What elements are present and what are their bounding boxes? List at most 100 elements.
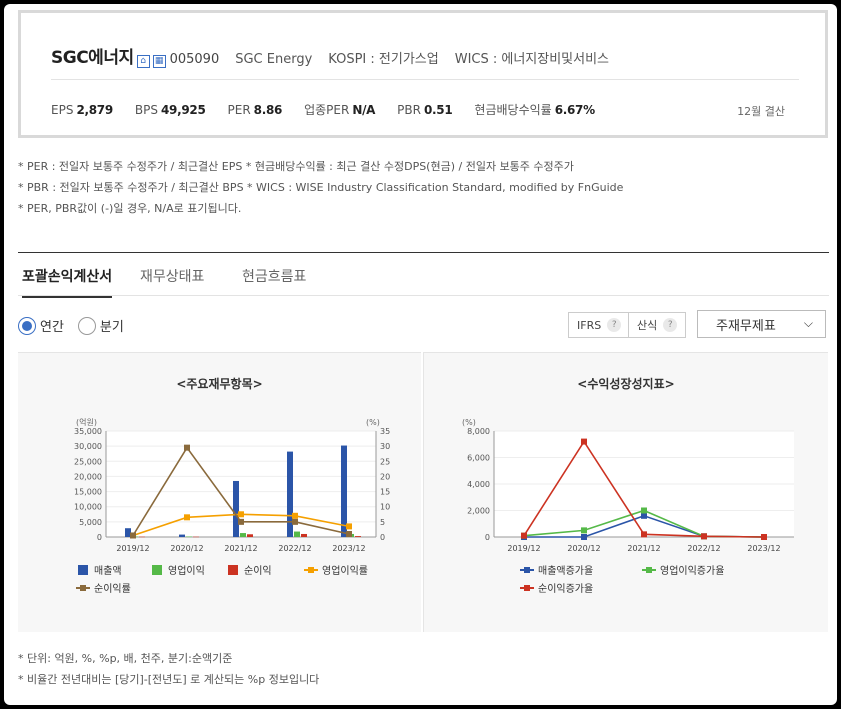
bar-순이익 [247, 534, 253, 537]
main-financials-chart: 0 5,000 10,000 15,000 20,000 25,000 30,000 35,0… [74, 417, 390, 595]
metric-value: 0.51 [423, 103, 453, 117]
metric-sector-per: 업종PER N/A [304, 101, 375, 118]
x-tick-label: 2023/12 [332, 544, 365, 553]
help-icon[interactable]: ? [663, 318, 678, 332]
x-tick-label: 2020/12 [170, 544, 203, 553]
metric-value: 49,925 [161, 103, 206, 117]
bar-영업이익 [240, 533, 246, 537]
note-line: * 단위: 억원, %, %p, 배, 천주, 분기:순액기준 [18, 652, 233, 665]
point-순이익률 [184, 444, 190, 451]
unit-notes: * 단위: 억원, %, %p, 배, 천주, 분기:순액기준 * 비율간 전년… [18, 648, 319, 690]
metrics-row: EPS 2,879 BPS 49,925 PER 8.86 업종PER N/A PBR 0… [51, 101, 617, 118]
bar-순이익 [139, 536, 145, 538]
page-frame: SGC에너지 ⌂ ▦ 005090 SGC Energy KOSPI : 전기가… [4, 4, 837, 705]
tab-balance-sheet[interactable]: 재무상태표 [140, 266, 204, 296]
legend-swatch [308, 567, 314, 573]
market-sector: KOSPI : 전기가스업 [328, 52, 439, 67]
point-영업이익률 [346, 523, 352, 530]
x-tick-label: 2019/12 [116, 544, 149, 553]
note-line: * 비율간 전년대비는 [당기]-[전년도] 로 계산되는 %p 정보입니다 [18, 673, 320, 686]
y-right-axis-label: (%) [366, 418, 380, 427]
main-financials-panel: <주요재무항목> 0 5,000 10,000 15,000 20,000 25,000 3… [18, 352, 421, 632]
x-tick-label: 2022/12 [687, 544, 720, 553]
y-right-tick-label: 5 [380, 518, 385, 527]
growth-chart: 0 2,000 4,000 6,000 8,000(%) 2019/12 2020/12 20… [462, 418, 794, 595]
y-tick-label: 6,000 [467, 454, 490, 463]
tab-income-statement[interactable]: 포괄손익계산서 [22, 266, 113, 298]
legend-swatch [524, 585, 530, 591]
y-right-tick-label: 15 [380, 488, 390, 497]
y-tick-label: 8,000 [467, 427, 490, 436]
point-순이익률 [346, 530, 352, 537]
legend-label: 순이익 [244, 565, 272, 577]
metric-value: 8.86 [253, 103, 283, 117]
legend-swatch [646, 567, 652, 573]
settlement-month: 12월 결산 [737, 105, 785, 118]
ifrs-toggle[interactable]: IFRS? [568, 312, 631, 338]
metric-eps: EPS 2,879 [51, 103, 113, 117]
company-name: SGC에너지 [51, 48, 134, 68]
point-매출액증가율 [581, 534, 587, 540]
y-right-tick-label: 10 [380, 503, 390, 512]
home-icon[interactable]: ⌂ [136, 55, 150, 68]
statement-type-select[interactable]: 주재무제표 ⌵ [697, 310, 826, 338]
note-line: * PER, PBR값이 (-)일 경우, N/A로 표기됩니다. [18, 202, 242, 215]
point-순이익률 [130, 532, 136, 539]
note-line: * PBR : 전일자 보통주 수정주가 / 최근결산 BPS * WICS :… [18, 181, 624, 194]
divider [51, 79, 799, 80]
help-icon[interactable]: ? [607, 318, 622, 332]
select-value: 주재무제표 [716, 318, 776, 334]
formula-label: 산식 [637, 319, 658, 332]
y-left-tick-label: 15,000 [74, 488, 102, 497]
formula-toggle[interactable]: 산식? [628, 312, 687, 338]
y-right-tick-label: 20 [380, 472, 390, 481]
wics-sector: WICS : 에너지장비및서비스 [454, 52, 610, 67]
y-left-tick-label: 0 [97, 533, 102, 542]
y-tick-label: 2,000 [467, 507, 490, 516]
point-순이익증가율 [761, 534, 767, 540]
point-순이익증가율 [701, 533, 707, 540]
point-매출액증가율 [641, 512, 647, 519]
ifrs-label: IFRS [577, 318, 602, 332]
metric-dividend-yield: 현금배당수익률 6.67% [474, 101, 595, 118]
metric-label: PER [227, 103, 251, 117]
x-tick-label: 2023/12 [747, 544, 780, 553]
bar-영업이익 [186, 536, 192, 538]
point-영업이익률 [292, 512, 298, 519]
legend-label: 매출액 [94, 565, 122, 577]
building-icon[interactable]: ▦ [152, 55, 166, 68]
bar-순이익 [301, 533, 307, 537]
section-divider [18, 252, 829, 253]
tab-cash-flow[interactable]: 현금흐름표 [242, 266, 306, 296]
metric-label: 업종PER [304, 103, 350, 117]
bar-순이익 [193, 536, 199, 538]
metric-label: 현금배당수익률 [474, 103, 552, 117]
radio-quarterly[interactable] [77, 316, 96, 335]
x-tick-label: 2019/12 [507, 544, 540, 553]
english-name: SGC Energy [235, 52, 313, 67]
legend-label: 순이익률 [94, 583, 131, 595]
company-info-box: SGC에너지 ⌂ ▦ 005090 SGC Energy KOSPI : 전기가… [18, 10, 828, 138]
point-순이익증가율 [641, 531, 647, 538]
legend-label: 순이익증가율 [538, 583, 593, 595]
bar-매출액 [179, 534, 185, 537]
bar-매출액 [233, 480, 239, 537]
company-title-row: SGC에너지 ⌂ ▦ 005090 SGC Energy KOSPI : 전기가… [51, 43, 609, 68]
metric-label: PBR [397, 103, 421, 117]
metric-value: 2,879 [76, 103, 113, 117]
legend-swatch [80, 585, 86, 591]
legend-swatch [152, 565, 162, 575]
metric-value: 6.67% [554, 103, 595, 117]
radio-annual[interactable] [18, 316, 36, 335]
metric-label: BPS [134, 103, 158, 117]
y-right-tick-label: 30 [380, 442, 390, 451]
metric-value: N/A [352, 103, 376, 117]
metric-pbr: PBR 0.51 [397, 103, 453, 117]
point-순이익률 [292, 518, 298, 525]
y-left-tick-label: 30,000 [74, 442, 102, 451]
point-순이익증가율 [581, 438, 587, 445]
chevron-down-icon: ⌵ [803, 316, 813, 330]
bar-매출액 [341, 445, 347, 537]
legend-label: 영업이익률 [322, 564, 368, 577]
y-left-tick-label: 5,000 [79, 518, 102, 527]
